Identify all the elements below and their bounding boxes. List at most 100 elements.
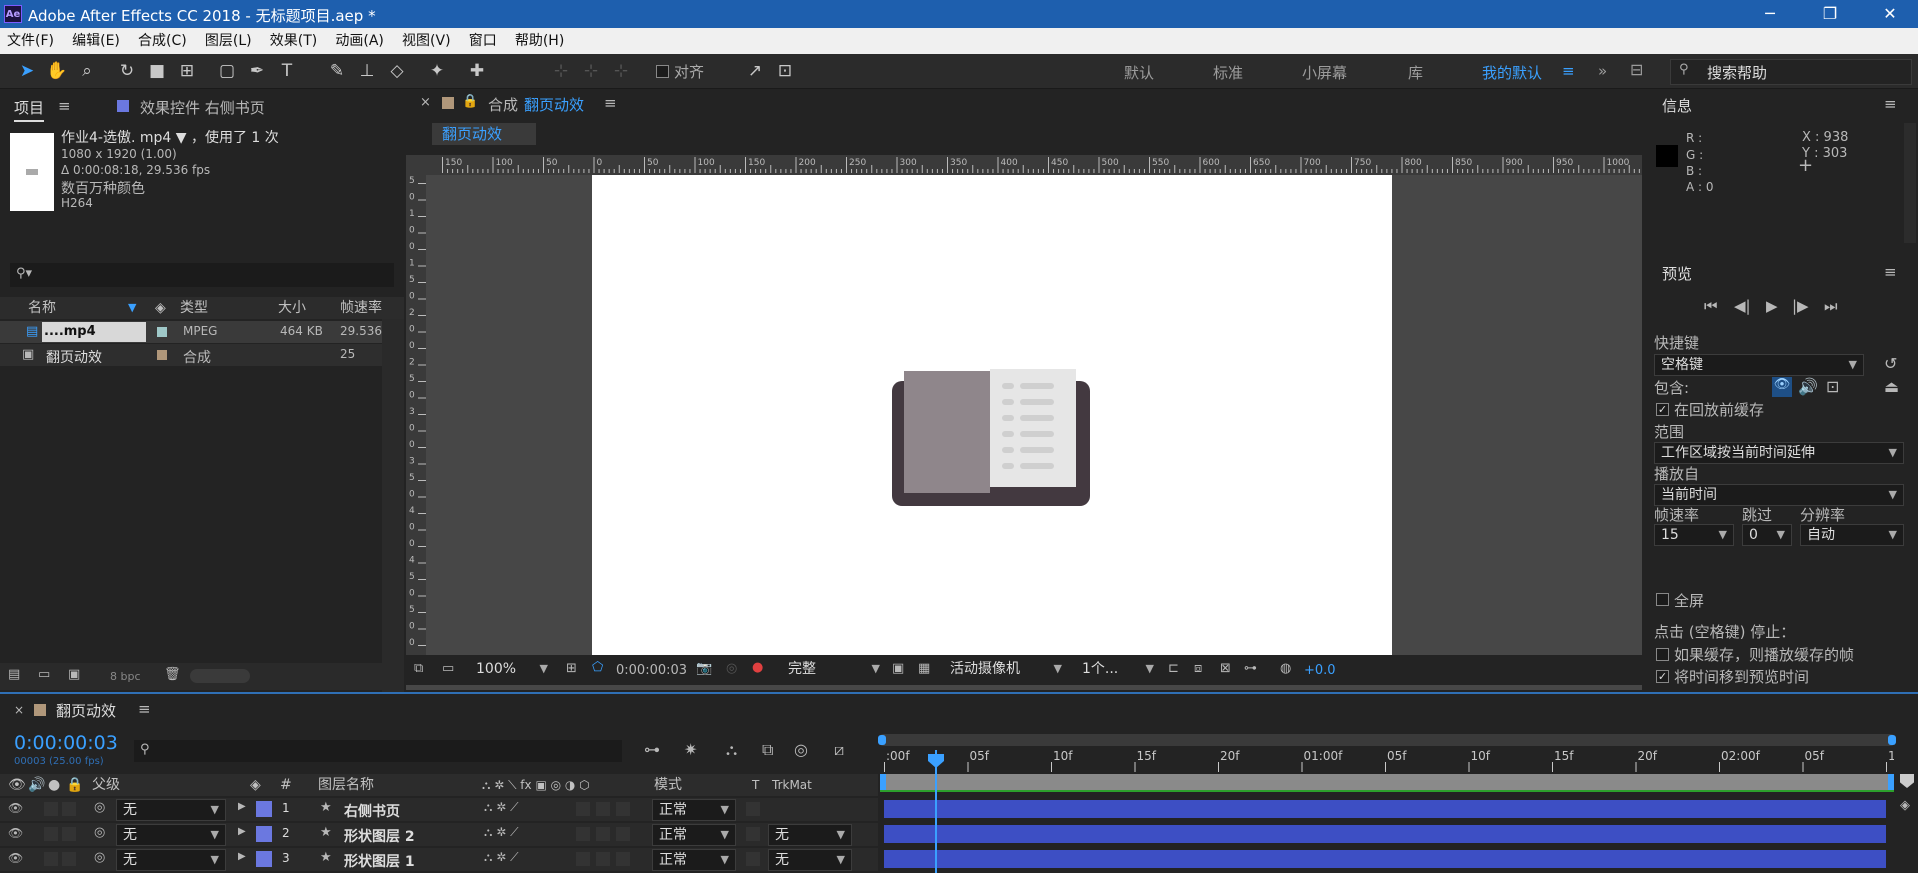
toggle-pixel-aspect-icon[interactable]: ⊏	[1168, 661, 1179, 676]
preview-menu-icon[interactable]: ≡	[1884, 263, 1897, 281]
play-icon[interactable]: ▶	[1766, 297, 1778, 315]
workspace-libraries[interactable]: 库	[1408, 62, 1423, 83]
tab-project[interactable]: 项目	[14, 97, 45, 122]
new-composition-icon[interactable]: ▣	[68, 667, 80, 682]
close-button[interactable]: ✕	[1870, 4, 1910, 23]
info-scrollbar[interactable]	[1904, 123, 1916, 243]
transparency-grid-icon[interactable]: ▦	[918, 661, 930, 676]
mode-dropdown[interactable]: 正常 ▼	[652, 849, 736, 871]
menu-animation[interactable]: 动画(A)	[328, 28, 391, 54]
fps-dropdown[interactable]: 15 ▼	[1654, 524, 1734, 546]
hand-tool-icon[interactable]: ✋	[46, 60, 68, 82]
export-icon[interactable]: ⏏	[1884, 377, 1899, 396]
fullscreen-checkbox[interactable]	[1656, 593, 1669, 606]
layer-name[interactable]: 右侧书页	[344, 801, 400, 821]
cache-before-playback-checkbox[interactable]: ✓	[1656, 403, 1669, 416]
pickwhip-icon[interactable]: ◎	[94, 850, 105, 865]
flowchart-view-icon[interactable]: ⊶	[1244, 661, 1257, 676]
minimize-button[interactable]: ─	[1750, 4, 1790, 23]
play-cached-checkbox[interactable]	[1656, 648, 1669, 661]
layer-switch-icons[interactable]: ⛬ ✲ ⟋	[484, 800, 518, 815]
menu-layer[interactable]: 图层(L)	[198, 28, 259, 54]
work-area-end[interactable]	[1888, 774, 1894, 790]
col-mode[interactable]: 模式	[654, 774, 682, 796]
include-overlays-icon[interactable]: ⊡	[1826, 377, 1839, 396]
preserve-transparency-box[interactable]	[746, 827, 760, 841]
move-time-checkbox[interactable]: ✓	[1656, 670, 1669, 683]
graph-editor-icon[interactable]: ⧄	[834, 740, 844, 760]
layer-duration-bar[interactable]	[884, 850, 1886, 868]
layer-row[interactable]: 👁 ◎ 无 ▼ ▶ 2 ★ 形状图层 2 ⛬ ✲ ⟋ 正常 ▼ 无 ▼	[0, 823, 878, 846]
comp-subtab[interactable]: 翻页动效	[432, 123, 536, 145]
monitor-icon[interactable]: ▭	[442, 661, 454, 676]
pen-tool-icon[interactable]: ✒	[246, 60, 268, 82]
layer-mb-box[interactable]	[596, 802, 610, 816]
info-menu-icon[interactable]: ≡	[1884, 95, 1897, 113]
layer-lock-box[interactable]	[62, 802, 76, 816]
layer-eye-icon[interactable]: 👁	[8, 851, 23, 865]
eraser-tool-icon[interactable]: ◇	[386, 60, 408, 82]
frame-blending-icon[interactable]: ⧉	[762, 740, 773, 760]
camera-tool-icon[interactable]: ■	[146, 60, 168, 82]
menu-composition[interactable]: 合成(C)	[131, 28, 194, 54]
prev-frame-icon[interactable]: ◀|	[1734, 297, 1751, 315]
exposure-value[interactable]: +0.0	[1304, 663, 1336, 678]
menu-effect[interactable]: 效果(T)	[263, 28, 324, 54]
tab-project-menu-icon[interactable]: ≡	[58, 97, 71, 115]
safe-zones-icon[interactable]: ⊞	[566, 661, 577, 676]
new-folder-icon[interactable]: ▭	[38, 667, 50, 682]
workspace-my-default[interactable]: 我的默认	[1482, 62, 1542, 83]
comp-tab-name[interactable]: 翻页动效	[524, 94, 584, 115]
snapshot-icon[interactable]: 📷	[696, 661, 712, 676]
first-frame-icon[interactable]: ⏮	[1704, 297, 1718, 315]
layer-row[interactable]: 👁 ◎ 无 ▼ ▶ 3 ★ 形状图层 1 ⛬ ✲ ⟋ 正常 ▼ 无 ▼	[0, 848, 878, 871]
parent-dropdown[interactable]: 无 ▼	[116, 824, 226, 846]
workspace-default[interactable]: 默认	[1124, 62, 1154, 83]
timeline-menu-icon[interactable]: ≡	[138, 700, 151, 718]
layer-duration-bar[interactable]	[884, 800, 1886, 818]
project-item[interactable]: ▤ ....mp4 MPEG 464 KB 29.536 ⊶	[0, 321, 397, 343]
menu-help[interactable]: 帮助(H)	[508, 28, 571, 54]
label-col-icon[interactable]: ◈	[250, 774, 261, 796]
draft-3d-icon[interactable]: ✷	[684, 740, 697, 759]
col-parent[interactable]: 父级	[92, 774, 120, 796]
help-search[interactable]: ⚲ 搜索帮助	[1670, 59, 1912, 85]
layer-eye-icon[interactable]: 👁	[8, 801, 23, 815]
roto-brush-tool-icon[interactable]: ✦	[426, 60, 448, 82]
trkmat-dropdown[interactable]: 无 ▼	[768, 824, 852, 846]
layer-label-color[interactable]	[256, 851, 272, 867]
close-tab-icon[interactable]: ×	[420, 95, 431, 110]
include-audio-icon[interactable]: 🔊	[1798, 377, 1818, 396]
project-item[interactable]: ▣ 翻页动效 合成 25	[0, 344, 382, 366]
fast-previews-icon[interactable]: ⧈	[1194, 661, 1202, 676]
views-dropdown[interactable]: 1个... ▼	[1076, 659, 1160, 681]
pickwhip-icon[interactable]: ◎	[94, 825, 105, 840]
project-search[interactable]: ⚲▾	[10, 263, 394, 287]
time-ruler[interactable]: :00f 05f 10f 15f 20f 01:00f 05f 10f 15f 20f 02:00f…	[880, 748, 1894, 772]
col-type[interactable]: 类型	[180, 297, 208, 319]
keyframe-nav-icon[interactable]: ◈	[1900, 798, 1910, 813]
work-area-start[interactable]	[880, 774, 886, 790]
snap-feature-icon[interactable]: ⊡	[774, 60, 796, 82]
fast-preview-icon[interactable]: ▣	[892, 661, 904, 676]
rotate-tool-icon[interactable]: ↻	[116, 60, 138, 82]
zoom-tool-icon[interactable]: ⌕	[76, 60, 98, 82]
timeline-search[interactable]: ⚲	[134, 740, 622, 762]
trkmat-dropdown[interactable]: 无 ▼	[768, 849, 852, 871]
time-navigator[interactable]	[878, 734, 1896, 746]
restore-button[interactable]: ❐	[1810, 4, 1850, 23]
layer-adj-box[interactable]	[616, 802, 630, 816]
workspace-standard[interactable]: 标准	[1213, 62, 1243, 83]
comp-menu-icon[interactable]: ≡	[604, 94, 617, 112]
layer-fx-box[interactable]	[576, 802, 590, 816]
label-column-icon[interactable]: ◈	[155, 297, 166, 319]
layer-label-color[interactable]	[256, 801, 272, 817]
sort-arrow-icon[interactable]: ▼	[128, 297, 136, 319]
col-layer-name[interactable]: 图层名称	[318, 774, 374, 796]
timeline-tab[interactable]: 翻页动效	[56, 700, 116, 721]
axis-world-icon[interactable]: ⊹	[580, 60, 602, 82]
workspace-small-screen[interactable]: 小屏幕	[1302, 62, 1347, 83]
layer-adj-box[interactable]	[616, 852, 630, 866]
skip-dropdown[interactable]: 0 ▼	[1742, 524, 1792, 546]
shy-layers-icon[interactable]: ⛬	[726, 740, 737, 760]
